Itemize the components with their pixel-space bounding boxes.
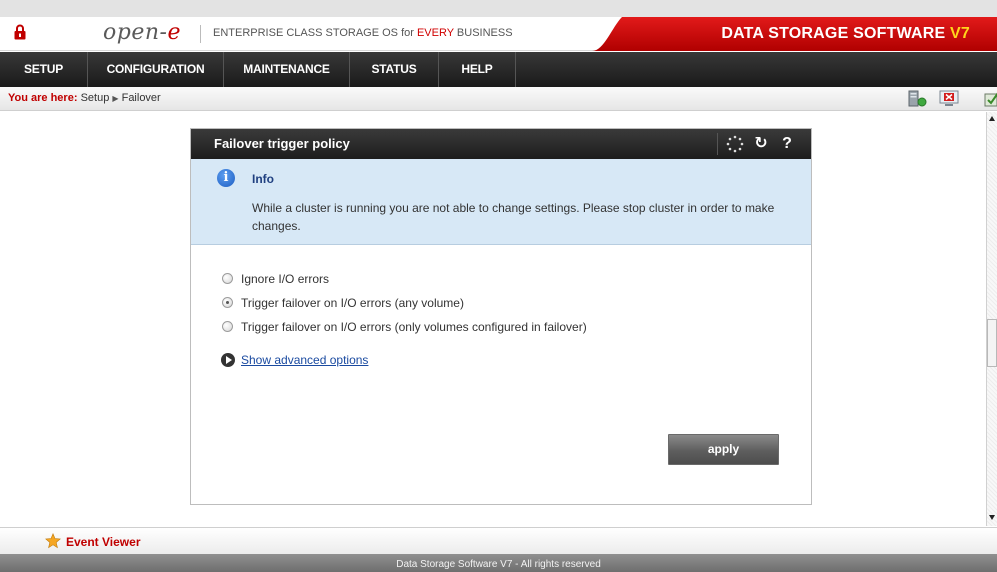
app-header: open-e ENTERPRISE CLASS STORAGE OS for E… bbox=[0, 17, 997, 51]
nav-setup[interactable]: SETUP bbox=[0, 52, 88, 87]
breadcrumb-text: You are here: Setup ▶ Failover bbox=[8, 92, 161, 104]
panel-title: Failover trigger policy bbox=[214, 136, 350, 151]
info-box: i Info While a cluster is running you ar… bbox=[191, 159, 811, 245]
nav-configuration[interactable]: CONFIGURATION bbox=[88, 52, 224, 87]
tagline: ENTERPRISE CLASS STORAGE OS for EVERY BU… bbox=[213, 27, 513, 39]
top-strip bbox=[0, 0, 997, 17]
breadcrumb-failover: Failover bbox=[121, 92, 161, 104]
brand-banner: DATA STORAGE SOFTWARE V7 bbox=[592, 17, 997, 51]
breadcrumb-arrow-icon: ▶ bbox=[112, 94, 119, 103]
nav-status[interactable]: STATUS bbox=[350, 52, 439, 87]
option-label: Ignore I/O errors bbox=[241, 272, 330, 286]
scroll-up-icon[interactable] bbox=[989, 116, 995, 121]
refresh-icon[interactable]: ↻ bbox=[751, 134, 771, 154]
nav-maintenance[interactable]: MAINTENANCE bbox=[224, 52, 350, 87]
option-label: Trigger failover on I/O errors (only vol… bbox=[241, 320, 587, 334]
help-icon[interactable]: ? bbox=[777, 134, 797, 154]
main-nav: SETUP CONFIGURATION MAINTENANCE STATUS H… bbox=[0, 52, 997, 87]
loading-spinner-icon bbox=[726, 135, 744, 153]
radio-ignore-io-errors[interactable] bbox=[222, 273, 233, 284]
policy-options: Ignore I/O errors Trigger failover on I/… bbox=[221, 271, 587, 343]
brand-title: DATA STORAGE SOFTWARE V7 bbox=[721, 25, 970, 42]
panel-header: Failover trigger policy ↻ ? bbox=[191, 129, 811, 159]
info-message: While a cluster is running you are not a… bbox=[252, 201, 775, 233]
breadcrumb: You are here: Setup ▶ Failover bbox=[0, 87, 997, 111]
breadcrumb-label: You are here: bbox=[8, 92, 78, 104]
failover-policy-panel: Failover trigger policy ↻ ? i Info While… bbox=[190, 128, 812, 505]
option-ignore-io-errors[interactable]: Ignore I/O errors bbox=[221, 271, 587, 295]
logout-icon[interactable] bbox=[981, 90, 997, 108]
show-advanced-options-link[interactable]: Show advanced options bbox=[241, 353, 368, 367]
lock-icon bbox=[14, 24, 26, 40]
nav-help[interactable]: HELP bbox=[439, 52, 516, 87]
apply-button[interactable]: apply bbox=[668, 434, 779, 465]
info-icon: i bbox=[217, 169, 235, 187]
footer: Data Storage Software V7 - All rights re… bbox=[0, 554, 997, 572]
scroll-thumb[interactable] bbox=[987, 319, 997, 367]
option-trigger-failover-volumes[interactable]: Trigger failover on I/O errors (only vol… bbox=[221, 319, 587, 343]
event-viewer-label[interactable]: Event Viewer bbox=[66, 535, 140, 549]
event-viewer-bar[interactable]: Event Viewer bbox=[0, 527, 997, 554]
footer-text: Data Storage Software V7 - All rights re… bbox=[396, 559, 601, 570]
close-screen-icon[interactable] bbox=[939, 90, 959, 108]
option-label: Trigger failover on I/O errors (any volu… bbox=[241, 296, 464, 310]
star-icon bbox=[45, 533, 61, 549]
scroll-down-icon[interactable] bbox=[989, 515, 995, 520]
info-title: Info bbox=[252, 172, 274, 186]
radio-trigger-any-volume[interactable] bbox=[222, 297, 233, 308]
server-icon[interactable] bbox=[907, 90, 927, 108]
option-trigger-any-volume[interactable]: Trigger failover on I/O errors (any volu… bbox=[221, 295, 587, 319]
open-e-logo: open-e bbox=[103, 20, 181, 45]
radio-trigger-failover-volumes[interactable] bbox=[222, 321, 233, 332]
vertical-scrollbar[interactable] bbox=[986, 112, 997, 526]
arrow-right-circle-icon[interactable] bbox=[221, 353, 235, 367]
header-divider bbox=[200, 25, 201, 43]
breadcrumb-setup[interactable]: Setup bbox=[81, 92, 110, 104]
panel-header-divider bbox=[717, 133, 718, 155]
